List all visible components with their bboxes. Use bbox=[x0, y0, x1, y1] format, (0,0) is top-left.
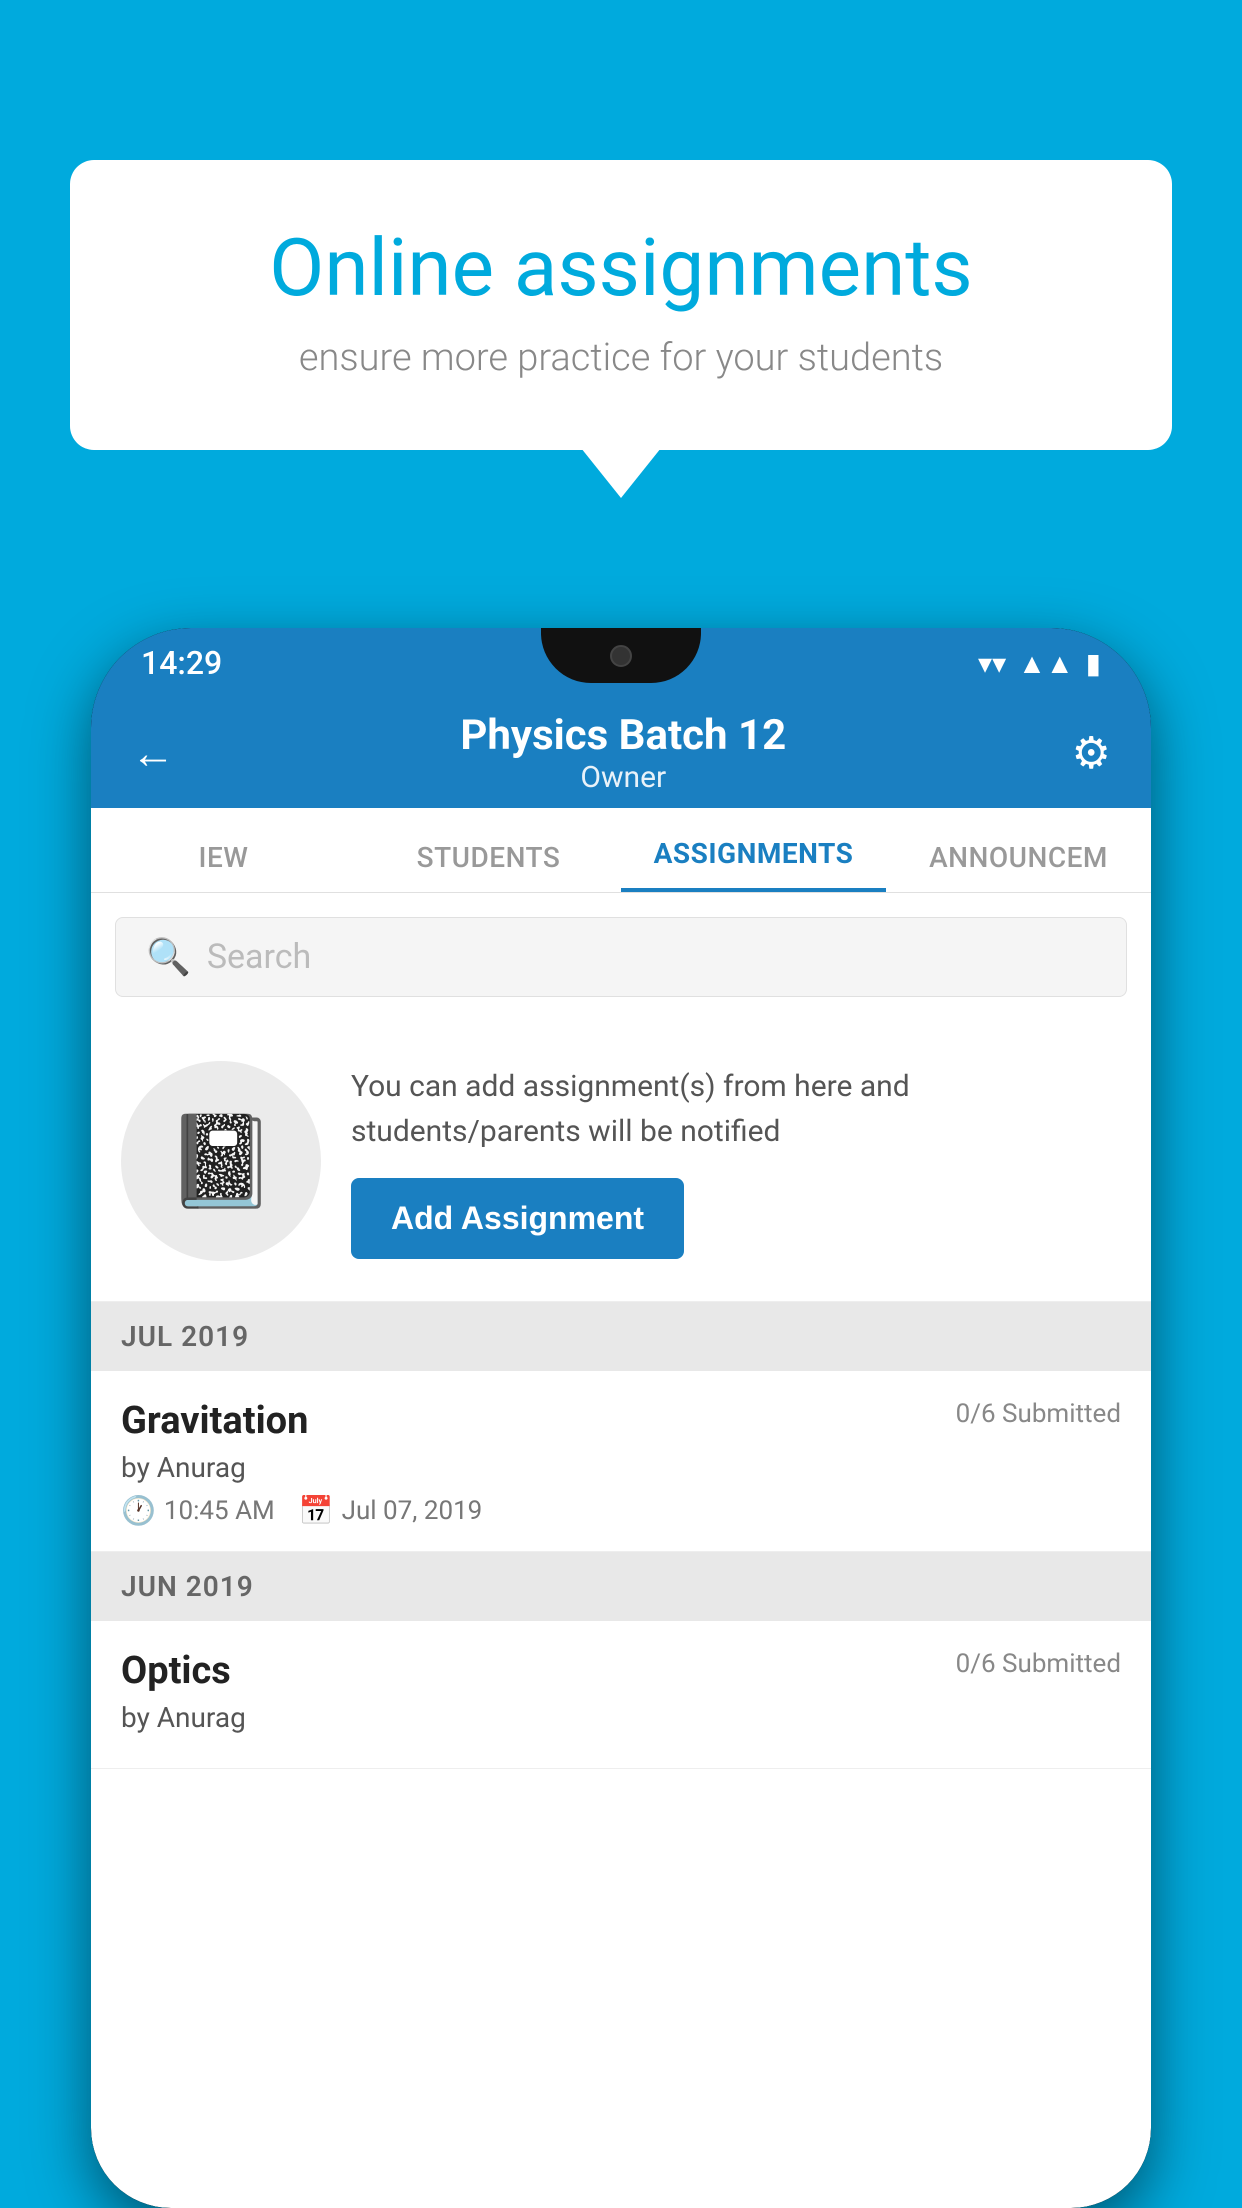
assignment-name-gravitation: Gravitation bbox=[121, 1399, 308, 1443]
assignment-time-label: 10:45 AM bbox=[164, 1496, 275, 1526]
app-header: ← Physics Batch 12 Owner ⚙ bbox=[91, 698, 1151, 808]
assignment-gravitation[interactable]: Gravitation 0/6 Submitted by Anurag 🕐 10… bbox=[91, 1371, 1151, 1552]
calendar-icon: 📅 bbox=[299, 1494, 334, 1527]
notebook-icon: 📓 bbox=[165, 1109, 277, 1214]
assignment-submitted-gravitation: 0/6 Submitted bbox=[956, 1399, 1121, 1429]
add-assignment-right: You can add assignment(s) from here and … bbox=[351, 1064, 1121, 1259]
clock-icon: 🕐 bbox=[121, 1494, 156, 1527]
bubble-title: Online assignments bbox=[140, 220, 1102, 316]
assignment-optics[interactable]: Optics 0/6 Submitted by Anurag bbox=[91, 1621, 1151, 1769]
phone-screen: 14:29 ▾▾ ▲▲ ▮ ← Physics Batch 12 Owner ⚙… bbox=[91, 628, 1151, 2208]
tab-iew[interactable]: IEW bbox=[91, 841, 356, 892]
signal-icon: ▲▲ bbox=[1018, 647, 1073, 680]
add-assignment-button[interactable]: Add Assignment bbox=[351, 1178, 684, 1259]
search-icon: 🔍 bbox=[146, 936, 191, 978]
tab-announcements[interactable]: ANNOUNCEM bbox=[886, 841, 1151, 892]
header-subtitle: Owner bbox=[460, 760, 786, 795]
header-title: Physics Batch 12 bbox=[460, 711, 786, 760]
section-header-jul: JUL 2019 bbox=[91, 1302, 1151, 1371]
assignment-top-row: Gravitation 0/6 Submitted bbox=[121, 1399, 1121, 1443]
phone-content: 🔍 Search 📓 You can add assignment(s) fro… bbox=[91, 893, 1151, 2208]
search-placeholder: Search bbox=[207, 937, 311, 977]
search-bar[interactable]: 🔍 Search bbox=[115, 917, 1127, 997]
section-header-jun: JUN 2019 bbox=[91, 1552, 1151, 1621]
phone-frame: 14:29 ▾▾ ▲▲ ▮ ← Physics Batch 12 Owner ⚙… bbox=[91, 628, 1151, 2208]
wifi-icon: ▾▾ bbox=[978, 647, 1006, 680]
settings-button[interactable]: ⚙ bbox=[1072, 727, 1111, 779]
speech-bubble-container: Online assignments ensure more practice … bbox=[70, 160, 1172, 450]
assignment-submitted-optics: 0/6 Submitted bbox=[956, 1649, 1121, 1679]
speech-bubble: Online assignments ensure more practice … bbox=[70, 160, 1172, 450]
tab-students[interactable]: STUDENTS bbox=[356, 841, 621, 892]
assignment-name-optics: Optics bbox=[121, 1649, 231, 1693]
assignment-by-gravitation: by Anurag bbox=[121, 1451, 1121, 1484]
add-assignment-section: 📓 You can add assignment(s) from here an… bbox=[91, 1021, 1151, 1302]
assignment-icon-circle: 📓 bbox=[121, 1061, 321, 1261]
camera bbox=[610, 645, 632, 667]
back-button[interactable]: ← bbox=[131, 727, 175, 779]
tabs-bar: IEW STUDENTS ASSIGNMENTS ANNOUNCEM bbox=[91, 808, 1151, 893]
status-time: 14:29 bbox=[141, 644, 222, 682]
bubble-subtitle: ensure more practice for your students bbox=[140, 336, 1102, 380]
assignment-top-row-optics: Optics 0/6 Submitted bbox=[121, 1649, 1121, 1693]
battery-icon: ▮ bbox=[1086, 647, 1101, 680]
assignment-meta-gravitation: 🕐 10:45 AM 📅 Jul 07, 2019 bbox=[121, 1494, 1121, 1527]
add-assignment-description: You can add assignment(s) from here and … bbox=[351, 1064, 1121, 1154]
assignment-time-gravitation: 🕐 10:45 AM bbox=[121, 1494, 275, 1527]
assignment-date-gravitation: 📅 Jul 07, 2019 bbox=[299, 1494, 483, 1527]
status-bar: 14:29 ▾▾ ▲▲ ▮ bbox=[91, 628, 1151, 698]
notch bbox=[541, 628, 701, 683]
assignment-by-optics: by Anurag bbox=[121, 1701, 1121, 1734]
status-icons: ▾▾ ▲▲ ▮ bbox=[978, 647, 1101, 680]
tab-assignments[interactable]: ASSIGNMENTS bbox=[621, 837, 886, 892]
assignment-date-label: Jul 07, 2019 bbox=[342, 1496, 483, 1526]
header-center: Physics Batch 12 Owner bbox=[460, 711, 786, 795]
